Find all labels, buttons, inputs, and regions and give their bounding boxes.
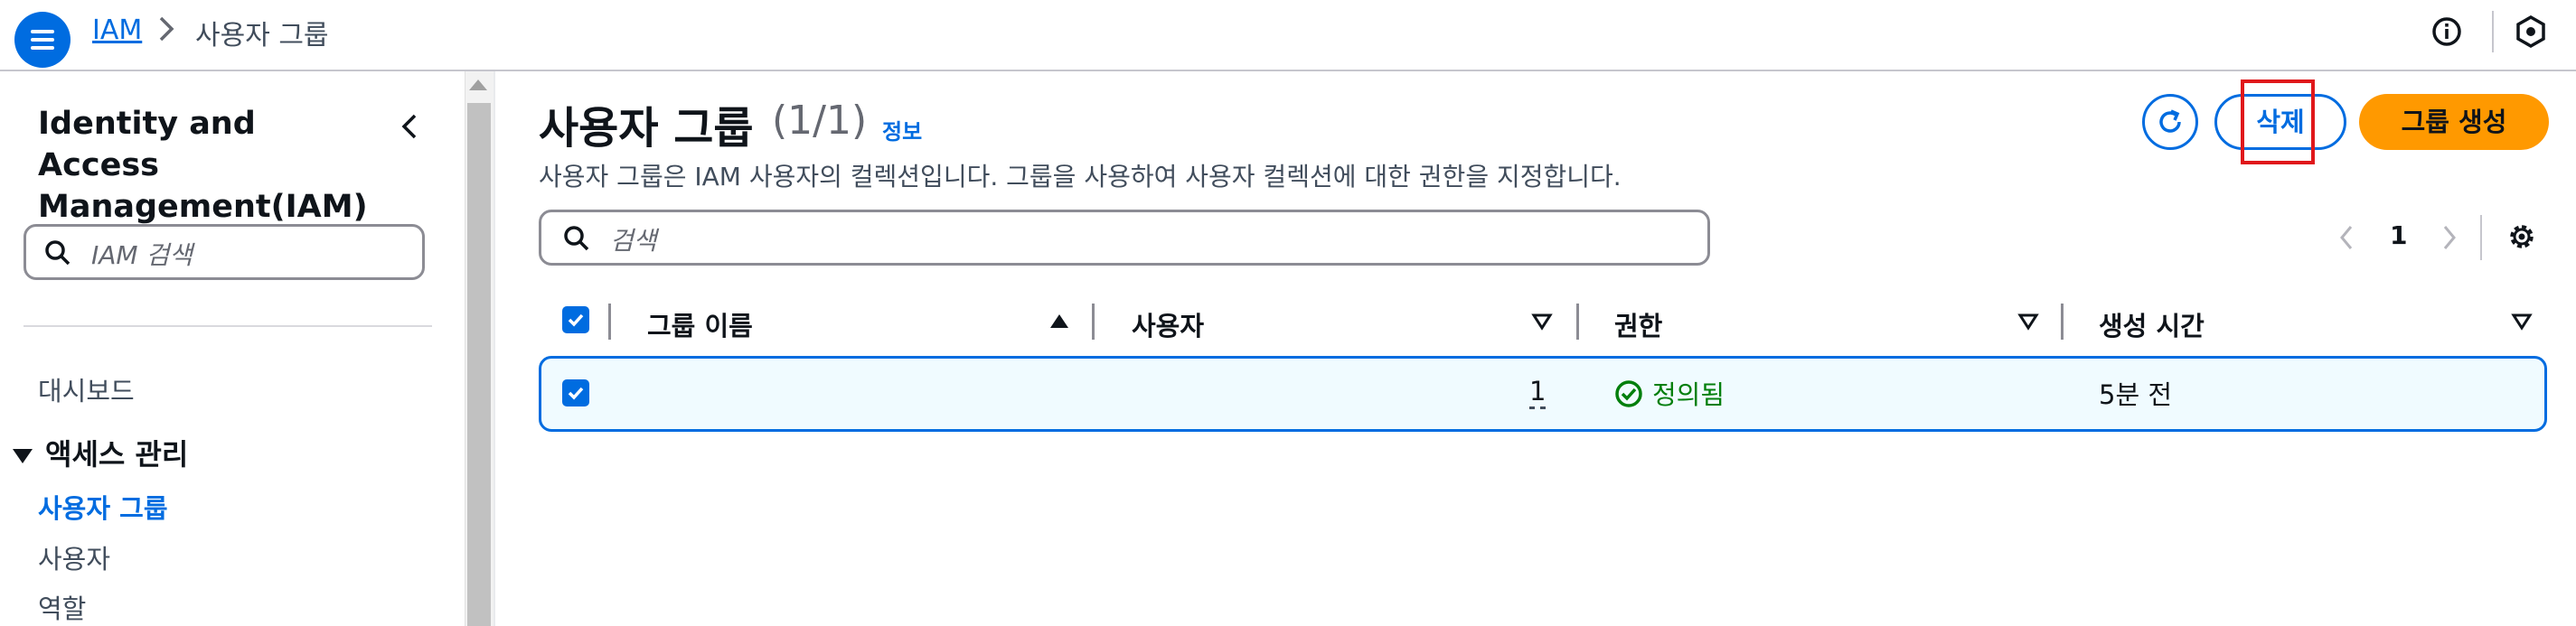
create-group-button[interactable]: 그룹 생성 — [2359, 94, 2549, 150]
sidebar-section-label: 액세스 관리 — [45, 437, 189, 472]
column-header-group-name[interactable]: 그룹 이름 — [647, 305, 753, 343]
sidebar-search-placeholder: IAM 검색 — [91, 240, 193, 270]
info-icon[interactable] — [2431, 16, 2462, 47]
page-number[interactable]: 1 — [2390, 220, 2407, 250]
content-divider — [494, 71, 495, 626]
sidebar-title: Identity and Access Management(IAM) — [38, 106, 368, 225]
highlight-box — [2241, 79, 2315, 164]
select-all-checkbox[interactable] — [562, 306, 589, 333]
breadcrumb-iam-link[interactable]: IAM — [92, 14, 142, 46]
row-checkbox[interactable] — [562, 379, 589, 406]
sort-icon[interactable] — [2511, 313, 2533, 331]
row-created-time: 5분 전 — [2099, 379, 2173, 410]
column-header-users[interactable]: 사용자 — [1132, 305, 1204, 343]
column-separator — [1576, 304, 1579, 340]
search-icon — [45, 240, 71, 266]
column-separator — [1092, 304, 1095, 340]
next-page-icon[interactable] — [2440, 224, 2458, 251]
scrollbar-thumb[interactable] — [467, 103, 491, 626]
sidebar-divider — [24, 325, 432, 327]
column-header-permissions[interactable]: 권한 — [1614, 305, 1662, 343]
selection-count: (1/1) — [772, 98, 868, 144]
expand-triangle-icon — [13, 449, 33, 463]
refresh-icon — [2159, 109, 2181, 133]
hexagon-icon[interactable] — [2515, 14, 2547, 49]
sort-ascending-icon[interactable] — [1050, 314, 1068, 328]
top-navigation-bar — [0, 0, 2576, 71]
sort-icon[interactable] — [1531, 313, 1553, 331]
page-title: 사용자 그룹 — [539, 103, 754, 154]
menu-icon[interactable] — [14, 12, 71, 68]
sidebar-item-user-groups[interactable]: 사용자 그룹 — [38, 488, 168, 526]
breadcrumb-current: 사용자 그룹 — [195, 20, 329, 51]
previous-page-icon[interactable] — [2337, 224, 2355, 251]
sidebar-item-users[interactable]: 사용자 — [38, 538, 110, 576]
toolbar-divider — [2492, 11, 2494, 52]
page-description: 사용자 그룹은 IAM 사용자의 컬렉션입니다. 그룹을 사용하여 사용자 컬렉… — [539, 162, 1622, 192]
row-users-count[interactable]: 1 — [1529, 378, 1547, 409]
chevron-right-icon — [159, 16, 174, 42]
chevron-left-icon[interactable] — [396, 110, 423, 143]
row-permissions-status: 정의됨 — [1652, 379, 1725, 410]
gear-icon[interactable] — [2505, 220, 2538, 253]
check-icon — [568, 387, 584, 400]
sidebar-section-access-management[interactable]: 액세스 관리 — [13, 432, 188, 473]
search-input[interactable]: 검색 — [539, 210, 1710, 266]
pagination-divider — [2480, 215, 2482, 260]
sort-icon[interactable] — [2017, 313, 2039, 331]
success-icon — [1615, 380, 1642, 407]
search-placeholder: 검색 — [610, 226, 657, 256]
column-header-created[interactable]: 생성 시간 — [2099, 305, 2205, 343]
column-separator — [608, 304, 611, 340]
sidebar-item-roles[interactable]: 역할 — [38, 588, 86, 626]
search-icon — [564, 226, 589, 251]
sidebar-search-input[interactable]: IAM 검색 — [24, 224, 425, 280]
scroll-up-arrow-icon[interactable] — [469, 79, 487, 90]
sidebar-item-dashboard[interactable]: 대시보드 — [38, 370, 135, 408]
info-link[interactable]: 정보 — [882, 114, 922, 145]
column-separator — [2061, 304, 2064, 340]
refresh-button[interactable] — [2142, 94, 2198, 150]
check-icon — [568, 313, 584, 327]
